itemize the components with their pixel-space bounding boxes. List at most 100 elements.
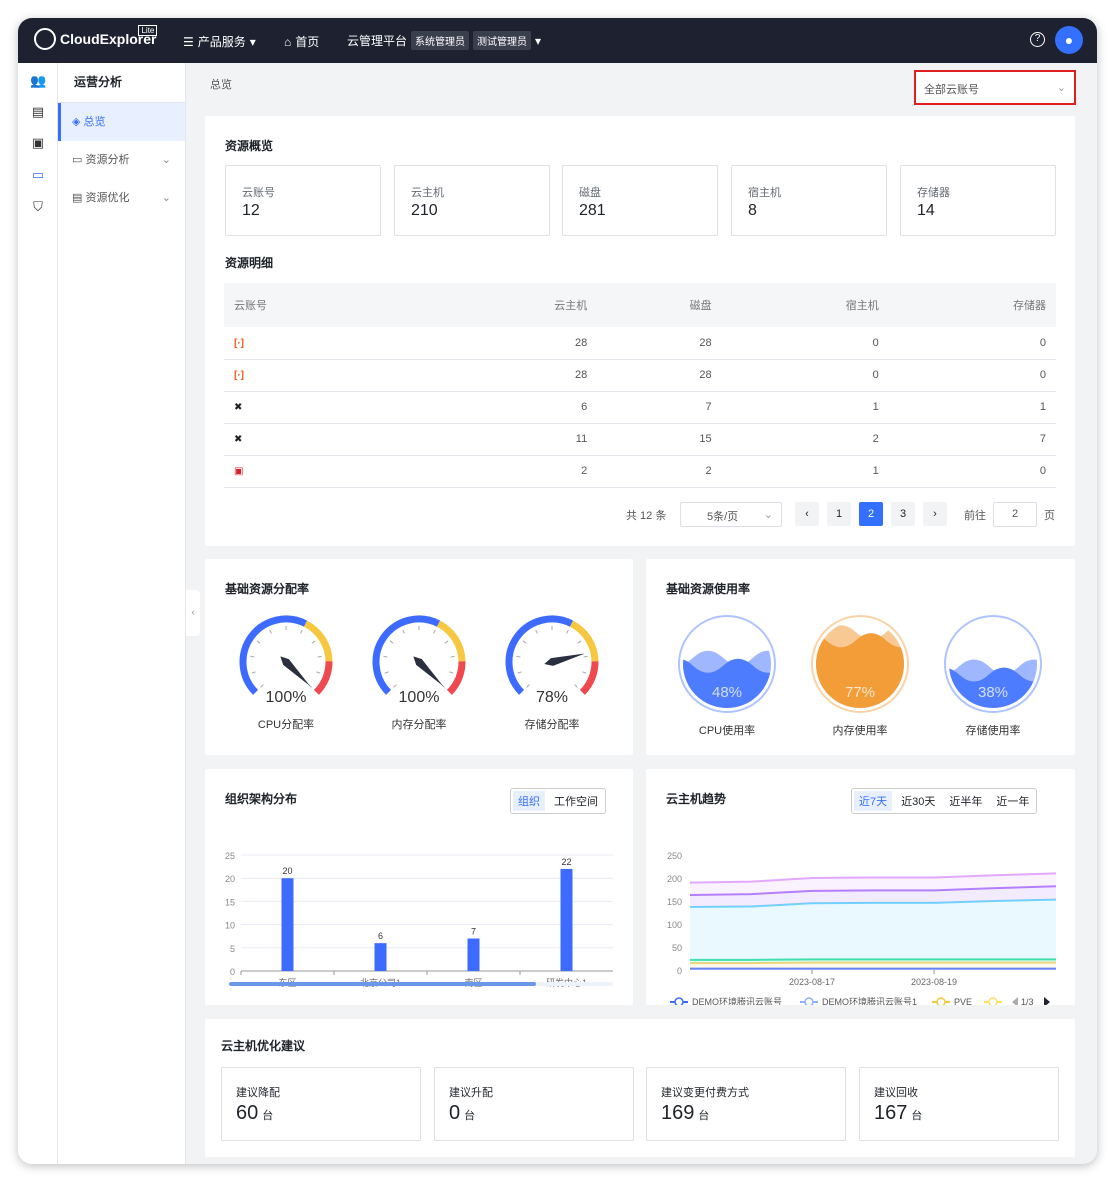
gauge-needle: [413, 656, 444, 687]
gauge-label: 内存分配率: [392, 717, 447, 731]
gauge-needle: [544, 653, 585, 666]
page-size-select[interactable]: 5条/页 ⌄: [680, 502, 782, 527]
gauge-tick: [402, 629, 405, 634]
gauge-arc: [313, 661, 333, 695]
monitor-chart-icon[interactable]: ▭: [30, 167, 46, 183]
chart-scrollbar[interactable]: [229, 982, 613, 986]
value-cell: 0: [888, 359, 1056, 392]
value-cell: 28: [430, 327, 598, 360]
y-tick-label: 50: [672, 943, 682, 953]
column-header: 宿主机: [721, 283, 889, 327]
gauge-tick: [311, 640, 316, 644]
usage-card: 基础资源使用率 48% CPU使用率 77% 内存使用率 38% 存储使用率: [646, 559, 1075, 755]
bar-value-label: 6: [378, 931, 383, 941]
gauge-arc: [303, 620, 333, 662]
server-icon[interactable]: ▤: [30, 104, 46, 120]
role-tag: 测试管理员: [473, 31, 532, 50]
y-tick-label: 20: [225, 874, 235, 884]
table-row: ✖ 11 15 2 7: [224, 423, 1056, 456]
optimize-box-billing[interactable]: 建议变更付费方式 169 台: [646, 1067, 846, 1141]
gauge-value: 100%: [399, 689, 440, 706]
platform-role-switch[interactable]: 云管理平台 系统管理员 测试管理员 ▾: [347, 31, 541, 50]
gauge-tick: [260, 684, 264, 688]
gauge-tick: [526, 684, 530, 688]
page-1[interactable]: 1: [827, 502, 851, 526]
value-cell: 28: [430, 359, 598, 392]
optimize-box-downgrade[interactable]: 建议降配 60 台: [221, 1067, 421, 1141]
chevron-down-icon: ⌄: [763, 509, 773, 521]
bar-chart: 051015202520东区6北京公司17南区22研发中心1: [225, 851, 613, 988]
avatar[interactable]: ●: [1055, 26, 1083, 54]
y-tick-label: 200: [667, 874, 682, 884]
legend-marker: [804, 997, 814, 1005]
gauge-tick: [433, 629, 436, 634]
products-menu[interactable]: ☰ 产品服务 ▾: [183, 33, 256, 50]
sidebar-item-overview[interactable]: ◈ 总览: [58, 103, 185, 141]
value-cell: 6: [430, 391, 598, 424]
allocation-card: 基础资源分配率 100% CPU分配率 100% 内存分配率 78% 存储分配率: [205, 559, 633, 755]
liquid-label: 存储使用率: [966, 723, 1021, 737]
optimize-card: 云主机优化建议 建议降配 60 台 建议升配 0 台 建议变更付费方式 169 台 建议回收…: [205, 1019, 1075, 1157]
gauge-arc: [239, 615, 308, 695]
gauge-tick: [444, 640, 449, 644]
gauge-arc: [436, 620, 466, 662]
value-cell: 0: [888, 455, 1056, 488]
account-select[interactable]: 全部云账号 ⌄: [914, 70, 1076, 105]
stat-box: 存储器 14: [900, 165, 1056, 236]
users-icon[interactable]: 👥: [30, 73, 46, 89]
stat-box: 磁盘 281: [562, 165, 718, 236]
goto-page-input[interactable]: 2: [993, 502, 1037, 527]
liquid-label: CPU使用率: [699, 723, 755, 737]
value-cell: 1: [721, 455, 889, 488]
x-tick-label: 2023-08-17: [789, 977, 835, 987]
sidebar-item-resource-optimize[interactable]: ▤ 资源优化 ⌄: [58, 179, 185, 217]
next-page-button[interactable]: ›: [923, 502, 947, 526]
gauge-tick: [393, 684, 397, 688]
role-tag: 系统管理员: [411, 31, 470, 50]
help-icon[interactable]: ?: [1030, 32, 1045, 47]
bar-value-label: 22: [561, 857, 571, 867]
org-distribution-card: 组织架构分布 组织工作空间 051015202520东区6北京公司17南区22研…: [205, 769, 633, 1005]
sidebar-item-resource-analysis[interactable]: ▭ 资源分析 ⌄: [58, 141, 185, 179]
value-cell: 0: [721, 359, 889, 392]
cloud-provider-icon: [·]: [234, 370, 244, 381]
legend-page: 1/3: [1021, 997, 1034, 1005]
liquid-value: 48%: [712, 684, 742, 701]
chevron-down-icon: ⌄: [161, 192, 171, 204]
value-cell: 15: [597, 423, 722, 456]
column-header: 云主机: [430, 283, 598, 327]
y-tick-label: 250: [667, 851, 682, 861]
optimize-box-recycle[interactable]: 建议回收 167 台: [859, 1067, 1059, 1141]
value-cell: 7: [597, 391, 722, 424]
app-window: CloudExplorer Lite ☰ 产品服务 ▾ ⌂ 首页 云管理平台 系统管理员测…: [18, 18, 1097, 1164]
section-title: 资源明细: [225, 256, 274, 270]
page-3[interactable]: 3: [891, 502, 915, 526]
gauge-arc: [579, 661, 599, 695]
gauge-tick: [256, 640, 261, 644]
optimize-box-upgrade[interactable]: 建议升配 0 台: [434, 1067, 634, 1141]
document-icon[interactable]: ▣: [30, 135, 46, 151]
value-cell: 0: [721, 327, 889, 360]
grid-icon: ▤: [72, 192, 86, 204]
gauge-label: CPU分配率: [258, 717, 314, 731]
page-2[interactable]: 2: [859, 502, 883, 526]
shield-icon[interactable]: ⛉: [30, 199, 46, 215]
chevron-down-icon: ⌄: [161, 154, 171, 166]
page-unit: 页: [1044, 510, 1055, 522]
prev-page-button[interactable]: ‹: [795, 502, 819, 526]
legend-label: DEMO环境腾讯云账号1: [822, 996, 917, 1005]
collapse-handle[interactable]: ‹: [186, 590, 200, 636]
series-area: [690, 899, 1056, 960]
gauge-tick: [535, 629, 538, 634]
logo[interactable]: CloudExplorer Lite: [34, 24, 158, 50]
gauge-arc: [505, 615, 574, 695]
value-cell: 28: [597, 359, 722, 392]
home-link[interactable]: ⌂ 首页: [284, 33, 319, 50]
gauge-arc: [372, 615, 441, 695]
gauge-tick: [577, 640, 582, 644]
value-cell: 2: [721, 423, 889, 456]
x-tick-label: 2023-08-19: [911, 977, 957, 987]
column-header: 磁盘: [597, 283, 722, 327]
gauge-charts: 100% CPU分配率 100% 内存分配率 78% 存储分配率: [239, 615, 599, 731]
home-icon: ⌂: [284, 34, 292, 49]
